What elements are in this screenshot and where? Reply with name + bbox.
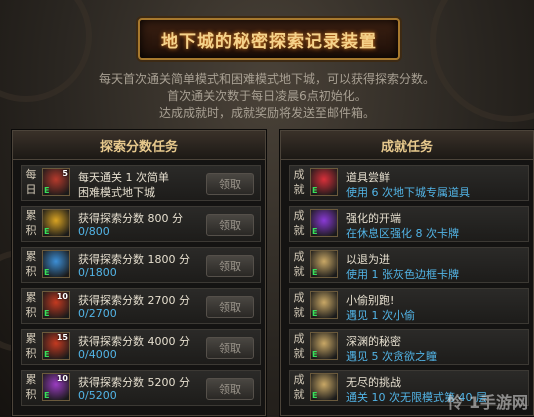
row-tag: 成就 bbox=[293, 168, 305, 196]
row-tag: 累积 bbox=[25, 291, 37, 319]
claim-button[interactable]: 领取 bbox=[206, 296, 254, 318]
panel-title: 成就任务 bbox=[281, 131, 533, 160]
row-detail: 0/5200 bbox=[78, 389, 117, 402]
blue-gift-icon: E bbox=[42, 250, 70, 278]
rarity-mark-icon: E bbox=[44, 186, 50, 195]
title-plate: 地下城的秘密探索记录装置 bbox=[138, 18, 400, 60]
row-title: 强化的开端 bbox=[346, 212, 401, 225]
claim-button[interactable]: 领取 bbox=[206, 337, 254, 359]
claim-button[interactable]: 领取 bbox=[206, 378, 254, 400]
score-task-panel: 探索分数任务 每日 5 E 每天通关 1 次简单 困难模式地下城 领取 累积 E 获得探索分数 … bbox=[12, 130, 266, 416]
row-detail: 0/1800 bbox=[78, 266, 117, 279]
panel-title: 探索分数任务 bbox=[13, 131, 265, 160]
row-tag: 成就 bbox=[293, 373, 305, 401]
claim-button[interactable]: 领取 bbox=[206, 255, 254, 277]
row-detail: 0/800 bbox=[78, 225, 110, 238]
purple-card-icon: 10 E bbox=[42, 373, 70, 401]
scroll-card-icon: E bbox=[310, 291, 338, 319]
right_panel-row: 成就 E 以退为进使用 1 张灰色边框卡牌 bbox=[289, 247, 529, 283]
left_panel-row: 累积 E 获得探索分数 1800 分 0/1800 领取 bbox=[21, 247, 261, 283]
game-window: 地下城的秘密探索记录装置 每天首次通关简单模式和困难模式地下城，可以获得探索分数… bbox=[0, 0, 534, 417]
row-tag: 累积 bbox=[25, 373, 37, 401]
row-tag: 成就 bbox=[293, 291, 305, 319]
row-detail: 0/4000 bbox=[78, 348, 117, 361]
left_panel-row: 每日 5 E 每天通关 1 次简单 困难模式地下城 领取 bbox=[21, 165, 261, 201]
left_panel-row: 累积 E 获得探索分数 800 分 0/800 领取 bbox=[21, 206, 261, 242]
right_panel-row: 成就 E 小偷别跑! 遇见 1 次小偷 bbox=[289, 288, 529, 324]
rarity-mark-icon: E bbox=[44, 309, 50, 318]
row-tag: 累积 bbox=[25, 250, 37, 278]
row-tag: 成就 bbox=[293, 209, 305, 237]
row-title: 获得探索分数 800 分 bbox=[78, 212, 183, 225]
rarity-mark-icon: E bbox=[44, 350, 50, 359]
row-title: 小偷别跑! bbox=[346, 294, 395, 307]
red-gem-icon: E bbox=[310, 168, 338, 196]
rarity-mark-icon: E bbox=[312, 186, 318, 195]
right_panel-row: 成就 E 强化的开端在休息区强化 8 次卡牌 bbox=[289, 206, 529, 242]
scroll-card-icon: E bbox=[310, 373, 338, 401]
claim-button[interactable]: 领取 bbox=[206, 173, 254, 195]
gold-chest-icon: E bbox=[42, 209, 70, 237]
row-title: 每天通关 1 次简单 bbox=[78, 171, 169, 184]
row-title: 获得探索分数 2700 分 bbox=[78, 294, 190, 307]
row-tag: 累积 bbox=[25, 332, 37, 360]
rarity-mark-icon: E bbox=[44, 391, 50, 400]
icon-count: 15 bbox=[56, 333, 68, 342]
row-detail: 困难模式地下城 bbox=[78, 186, 155, 199]
row-title: 获得探索分数 1800 分 bbox=[78, 253, 190, 266]
row-title: 获得探索分数 4000 分 bbox=[78, 335, 190, 348]
row-detail: 在休息区强化 8 次卡牌 bbox=[346, 227, 459, 240]
sword-scroll-icon: 5E bbox=[42, 168, 70, 196]
row-detail: 使用 1 张灰色边框卡牌 bbox=[346, 268, 459, 281]
right_panel-row: 成就 E 深渊的秘密遇见 5 次贪欲之瞳 bbox=[289, 329, 529, 365]
purple-orb-icon: E bbox=[310, 209, 338, 237]
row-tag: 成就 bbox=[293, 332, 305, 360]
claim-button[interactable]: 领取 bbox=[206, 214, 254, 236]
scroll-card-icon: E bbox=[310, 250, 338, 278]
row-title: 无尽的挑战 bbox=[346, 376, 401, 389]
row-detail: 遇见 1 次小偷 bbox=[346, 309, 415, 322]
row-title: 以退为进 bbox=[346, 253, 390, 266]
rarity-mark-icon: E bbox=[44, 268, 50, 277]
row-title: 获得探索分数 5200 分 bbox=[78, 376, 190, 389]
icon-count: 5 bbox=[62, 169, 68, 178]
rarity-mark-icon: E bbox=[312, 309, 318, 318]
row-detail: 使用 6 次地下城专属道具 bbox=[346, 186, 470, 199]
intro-line-3: 达成成就时，成就奖励将发送至邮件箱。 bbox=[158, 106, 375, 120]
left_panel-row: 累积 10 E 获得探索分数 5200 分 0/5200 领取 bbox=[21, 370, 261, 406]
intro-line-2: 首次通关次数于每日凌晨6点初始化。 bbox=[167, 89, 367, 103]
achievement-panel: 成就任务 成就 E 道具尝鲜 使用 6 次地下城专属道具 成就 E 强化的开端 在休息区强化 … bbox=[280, 130, 534, 416]
red-chest-icon: 10 E bbox=[42, 291, 70, 319]
rarity-mark-icon: E bbox=[312, 268, 318, 277]
row-title: 道具尝鲜 bbox=[346, 171, 390, 184]
scroll-card-icon: E bbox=[310, 332, 338, 360]
left_panel-row: 累积 15 E 获得探索分数 4000 分 0/4000 领取 bbox=[21, 329, 261, 365]
row-tag: 每日 bbox=[25, 168, 37, 196]
left_panel-row: 累积 10 E 获得探索分数 2700 分 0/2700 领取 bbox=[21, 288, 261, 324]
icon-count: 10 bbox=[56, 374, 68, 383]
rarity-mark-icon: E bbox=[312, 350, 318, 359]
rarity-mark-icon: E bbox=[44, 227, 50, 236]
rarity-mark-icon: E bbox=[312, 391, 318, 400]
row-tag: 成就 bbox=[293, 250, 305, 278]
row-detail: 遇见 5 次贪欲之瞳 bbox=[346, 350, 437, 363]
icon-count: 10 bbox=[56, 292, 68, 301]
row-detail: 0/2700 bbox=[78, 307, 117, 320]
watermark: 怜 1手游网 bbox=[447, 393, 528, 412]
red-chest-icon: 15 E bbox=[42, 332, 70, 360]
page-title: 地下城的秘密探索记录装置 bbox=[161, 31, 377, 52]
row-title: 深渊的秘密 bbox=[346, 335, 401, 348]
rarity-mark-icon: E bbox=[312, 227, 318, 236]
row-tag: 累积 bbox=[25, 209, 37, 237]
intro-line-1: 每天首次通关简单模式和困难模式地下城，可以获得探索分数。 bbox=[98, 72, 435, 86]
right_panel-row: 成就 E 道具尝鲜使用 6 次地下城专属道具 bbox=[289, 165, 529, 201]
